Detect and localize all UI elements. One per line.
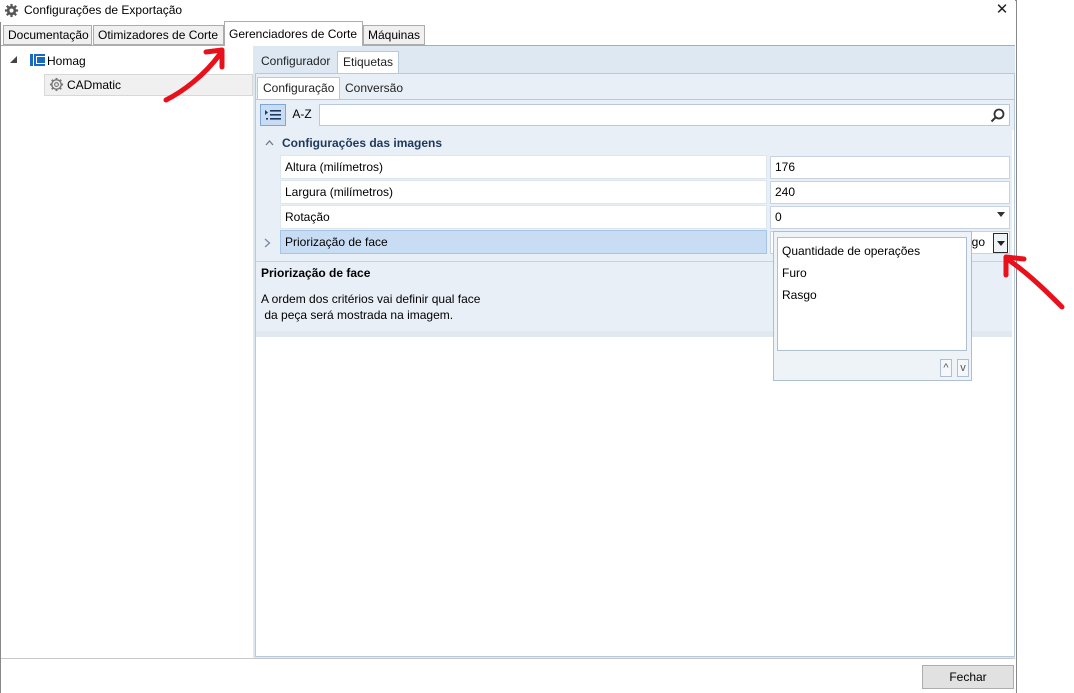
tree-panel: [1, 46, 253, 658]
tab-configurador[interactable]: Configurador: [256, 51, 335, 73]
altura-value-input[interactable]: 176: [770, 156, 1010, 179]
footer-divider: [1, 658, 1015, 659]
expand-arrow-icon[interactable]: [9, 55, 19, 65]
categorized-view-button[interactable]: [260, 104, 286, 126]
tab-conversao[interactable]: Conversão: [340, 78, 408, 100]
property-search-input[interactable]: [319, 104, 1010, 126]
property-name-rotacao: Rotação: [280, 205, 767, 229]
close-window-button[interactable]: ✕: [990, 0, 1014, 22]
search-icon[interactable]: [990, 108, 1005, 123]
description-title: Priorização de face: [261, 266, 371, 280]
expand-property-icon[interactable]: [264, 238, 271, 248]
homag-logo-icon: [30, 54, 45, 66]
move-down-button[interactable]: v: [957, 359, 969, 377]
tree-item-label-cadmatic: CADmatic: [67, 78, 122, 92]
annotation-arrow-icon: [163, 47, 225, 103]
alphabetical-sort-button[interactable]: A-Z: [289, 104, 315, 126]
tab-documentacao[interactable]: Documentação: [3, 25, 92, 45]
chevron-down-icon[interactable]: [997, 212, 1005, 218]
annotation-arrow-icon: [1003, 254, 1065, 310]
list-item-rasgo[interactable]: Rasgo: [782, 288, 817, 302]
move-up-button[interactable]: ^: [940, 359, 952, 377]
description-line-2: da peça será mostrada na imagem.: [261, 308, 454, 322]
gear-icon: [49, 77, 64, 92]
tab-gerenciadores-de-corte[interactable]: Gerenciadores de Corte: [224, 21, 363, 46]
list-item-furo[interactable]: Furo: [782, 266, 807, 280]
tab-configuracao[interactable]: Configuração: [257, 77, 341, 100]
tab-etiquetas[interactable]: Etiquetas: [337, 51, 400, 74]
window-title: Configurações de Exportação: [24, 3, 183, 17]
fechar-button[interactable]: Fechar: [922, 665, 1014, 689]
gear-icon: [4, 3, 19, 18]
tab-maquinas[interactable]: Máquinas: [363, 25, 425, 45]
collapse-category-icon[interactable]: [265, 139, 274, 146]
rotacao-select[interactable]: 0: [770, 206, 1010, 229]
property-name-priorizacao[interactable]: Priorização de face: [280, 230, 767, 254]
property-name-largura: Largura (milímetros): [280, 180, 767, 204]
tree-item-homag[interactable]: Homag: [47, 54, 86, 68]
categorized-list-icon: [265, 110, 281, 120]
property-name-altura: Altura (milímetros): [280, 155, 767, 179]
description-line-1: A ordem dos critérios vai definir qual f…: [261, 292, 481, 306]
category-header: Configurações das imagens: [282, 136, 443, 150]
list-item-quantidade[interactable]: Quantidade de operações: [782, 244, 920, 258]
largura-value-input[interactable]: 240: [770, 181, 1010, 204]
